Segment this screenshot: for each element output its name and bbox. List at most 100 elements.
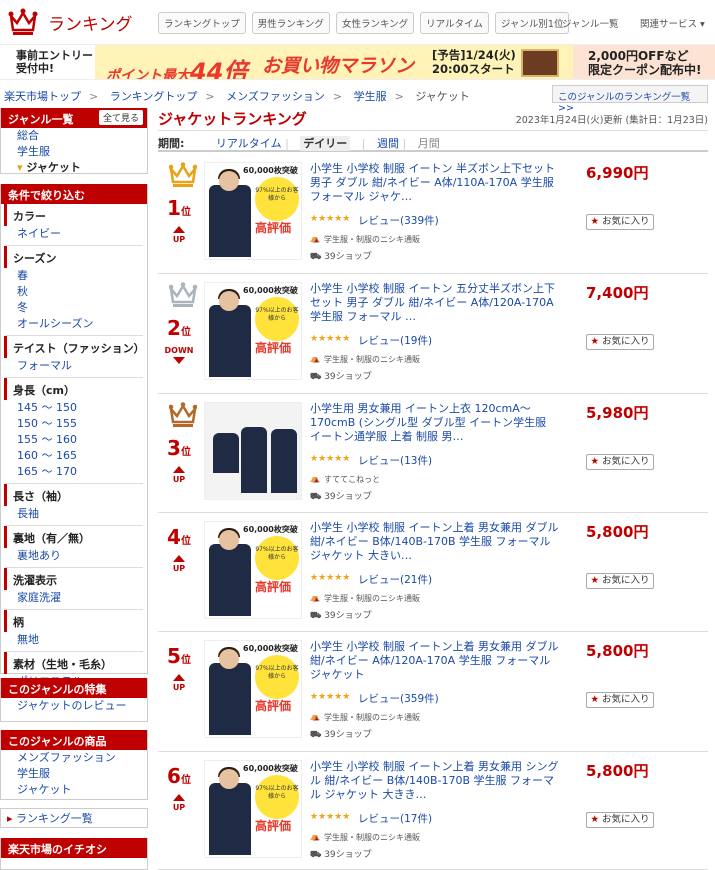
product-name-link[interactable]: 小学生 小学校 制服 イートン 半ズボン上下セット 男子 ダブル 紺/ネイビー … bbox=[310, 162, 560, 204]
filter-option[interactable]: 冬 bbox=[1, 300, 147, 316]
product-genre-uniform[interactable]: 学生服 bbox=[17, 767, 50, 780]
filter-option[interactable]: 長袖 bbox=[1, 506, 147, 522]
filter-option-spring[interactable]: 春 bbox=[17, 269, 28, 282]
review-link[interactable]: レビュー(339件) bbox=[358, 213, 439, 228]
genre-item-all[interactable]: 総合 bbox=[1, 128, 147, 144]
favorite-button[interactable]: ★ お気に入り bbox=[586, 334, 654, 350]
product-genre-jacket[interactable]: ジャケット bbox=[17, 783, 71, 796]
show-all-button[interactable]: 全て見る bbox=[98, 110, 143, 125]
product-genre-item[interactable]: 学生服 bbox=[1, 766, 147, 782]
product-name-link[interactable]: 小学生 小学校 制服 イートン上着 男女兼用 ダブル 紺/ネイビー B体/140… bbox=[310, 521, 560, 563]
shop-name-link[interactable]: 学生服・制服のニシキ通販 bbox=[324, 832, 420, 843]
filter-option-165-170[interactable]: 165 ～ 170 bbox=[17, 465, 77, 478]
product-genre-item[interactable]: メンズファッション bbox=[1, 750, 147, 766]
breadcrumb-school-uniform[interactable]: 学生服 bbox=[354, 90, 387, 103]
review-link[interactable]: レビュー(13件) bbox=[358, 453, 432, 468]
filter-option-long-sleeve[interactable]: 長袖 bbox=[17, 507, 39, 520]
filter-option-formal[interactable]: フォーマル bbox=[17, 359, 72, 372]
filter-option[interactable]: 秋 bbox=[1, 284, 147, 300]
favorite-button[interactable]: ★ お気に入り bbox=[586, 812, 654, 828]
shop-name-link[interactable]: 学生服・制服のニシキ通販 bbox=[324, 234, 420, 245]
review-link[interactable]: レビュー(21件) bbox=[358, 572, 432, 587]
genre-item-uniform-label[interactable]: 学生服 bbox=[17, 145, 50, 158]
product-image[interactable]: 60,000枚突破 97%以上のお客様から 高評価 bbox=[204, 640, 302, 738]
breadcrumb-mens-fashion[interactable]: メンズファッション bbox=[226, 90, 325, 103]
filter-option-winter[interactable]: 冬 bbox=[17, 301, 28, 314]
shop-name-link[interactable]: 学生服・制服のニシキ通販 bbox=[324, 593, 420, 604]
nav-female-ranking[interactable]: 女性ランキング bbox=[335, 12, 415, 34]
uniform-shape bbox=[209, 783, 251, 855]
ranking-list-link-box[interactable]: ▸ ランキング一覧 bbox=[0, 808, 148, 828]
genre-item-all-label[interactable]: 総合 bbox=[17, 129, 39, 142]
review-link[interactable]: レビュー(359件) bbox=[358, 691, 439, 706]
special-item[interactable]: ジャケットのレビュー bbox=[1, 698, 147, 714]
filter-option-155-160[interactable]: 155 ～ 160 bbox=[17, 433, 77, 446]
genre-item-uniform[interactable]: 学生服 bbox=[1, 144, 147, 160]
nav-realtime[interactable]: リアルタイム bbox=[420, 12, 489, 34]
ranking-logo-text[interactable]: ランキング bbox=[48, 10, 133, 35]
ranking-list-label[interactable]: ランキング一覧 bbox=[16, 812, 93, 825]
filter-option[interactable]: 160 ～ 165 bbox=[1, 448, 147, 464]
breadcrumb-rakuten-top[interactable]: 楽天市場トップ bbox=[4, 90, 81, 103]
filter-option[interactable]: オールシーズン bbox=[1, 316, 147, 332]
filter-option[interactable]: 裏地あり bbox=[1, 548, 147, 564]
rank-value: 2 bbox=[167, 316, 181, 340]
rank-move-label: UP bbox=[172, 564, 186, 573]
product-image[interactable] bbox=[204, 402, 302, 500]
product-image[interactable]: 60,000枚突破 97%以上のお客様から 高評価 bbox=[204, 282, 302, 380]
genre-list-link[interactable]: ジャンル一覧 bbox=[562, 16, 619, 30]
product-name-link[interactable]: 小学生 小学校 制服 イートン 五分丈半ズボン上下セット 男子 ダブル 紺/ネイ… bbox=[310, 282, 560, 324]
nav-genre-first[interactable]: ジャンル別1位 bbox=[494, 12, 570, 34]
favorite-button[interactable]: ★ お気に入り bbox=[586, 573, 654, 589]
ranking-list-link[interactable]: ▸ ランキング一覧 bbox=[1, 809, 147, 827]
tab-weekly[interactable]: 週間 bbox=[377, 137, 399, 150]
filter-option-autumn[interactable]: 秋 bbox=[17, 285, 28, 298]
filter-option-150-155[interactable]: 150 ～ 155 bbox=[17, 417, 77, 430]
filter-option[interactable]: 145 ～ 150 bbox=[1, 400, 147, 416]
special-item-jacket-review[interactable]: ジャケットのレビュー bbox=[17, 699, 126, 712]
favorite-button[interactable]: ★ お気に入り bbox=[586, 214, 654, 230]
marathon-banner[interactable]: 事前エントリー受付中! ポイント最大44倍 お買い物マラソン [予告]1/24(… bbox=[0, 44, 715, 80]
rating-stars: ★★★★★ bbox=[310, 573, 351, 583]
product-name-link[interactable]: 小学生 小学校 制服 イートン上着 男女兼用 シングル 紺/ネイビー B体/14… bbox=[310, 760, 560, 802]
product-image[interactable]: 60,000枚突破 97%以上のお客様から 高評価 bbox=[204, 162, 302, 260]
filter-option[interactable]: 165 ～ 170 bbox=[1, 464, 147, 480]
nav-male-ranking[interactable]: 男性ランキング bbox=[251, 12, 330, 34]
favorite-button[interactable]: ★ お気に入り bbox=[586, 454, 654, 470]
filter-option-plain[interactable]: 無地 bbox=[17, 633, 39, 646]
tab-daily[interactable]: デイリー bbox=[300, 136, 351, 151]
review-link[interactable]: レビュー(17件) bbox=[358, 811, 432, 826]
review-link[interactable]: レビュー(19件) bbox=[358, 333, 432, 348]
product-image[interactable]: 60,000枚突破 97%以上のお客様から 高評価 bbox=[204, 760, 302, 858]
filter-option[interactable]: 無地 bbox=[1, 632, 147, 648]
genre-ranking-list-button[interactable]: このジャンルのランキング一覧 >> bbox=[552, 85, 708, 114]
tab-monthly[interactable]: 月間 bbox=[418, 137, 440, 150]
shop-name-link[interactable]: 学生服・制服のニシキ通販 bbox=[324, 712, 420, 723]
filter-option[interactable]: フォーマル bbox=[1, 358, 147, 374]
product-name-link[interactable]: 小学生 小学校 制服 イートン上着 男女兼用 ダブル 紺/ネイビー A体/120… bbox=[310, 640, 560, 682]
filter-option-all-season[interactable]: オールシーズン bbox=[17, 317, 93, 330]
favorite-button[interactable]: ★ お気に入り bbox=[586, 692, 654, 708]
tab-realtime[interactable]: リアルタイム bbox=[216, 137, 282, 150]
shop-name-link[interactable]: 学生服・制服のニシキ通販 bbox=[324, 354, 420, 365]
filter-option-145-150[interactable]: 145 ～ 150 bbox=[17, 401, 77, 414]
filter-option[interactable]: 155 ～ 160 bbox=[1, 432, 147, 448]
filter-option-home-wash[interactable]: 家庭洗濯 bbox=[17, 591, 61, 604]
crown-logo-icon[interactable] bbox=[8, 8, 38, 36]
shop-39-label: 39ショップ bbox=[324, 611, 372, 621]
filter-option-lined[interactable]: 裏地あり bbox=[17, 549, 61, 562]
related-services-menu[interactable]: 関連サービス ▾ bbox=[640, 16, 705, 30]
product-name-link[interactable]: 小学生用 男女兼用 イートン上衣 120cmA～170cmB (シングル型 ダブ… bbox=[310, 402, 560, 444]
filter-option-navy[interactable]: ネイビー bbox=[17, 227, 61, 240]
filter-option[interactable]: 家庭洗濯 bbox=[1, 590, 147, 606]
nav-ranking-top[interactable]: ランキングトップ bbox=[158, 12, 246, 34]
breadcrumb-ranking-top[interactable]: ランキングトップ bbox=[110, 90, 198, 103]
filter-option-160-165[interactable]: 160 ～ 165 bbox=[17, 449, 77, 462]
filter-option[interactable]: 150 ～ 155 bbox=[1, 416, 147, 432]
product-image[interactable]: 60,000枚突破 97%以上のお客様から 高評価 bbox=[204, 521, 302, 619]
shop-name-link[interactable]: すててこねっと bbox=[324, 474, 380, 485]
product-genre-item[interactable]: ジャケット bbox=[1, 782, 147, 798]
product-genre-mens[interactable]: メンズファッション bbox=[17, 751, 116, 764]
filter-option[interactable]: 春 bbox=[1, 268, 147, 284]
filter-option[interactable]: ネイビー bbox=[1, 226, 147, 242]
